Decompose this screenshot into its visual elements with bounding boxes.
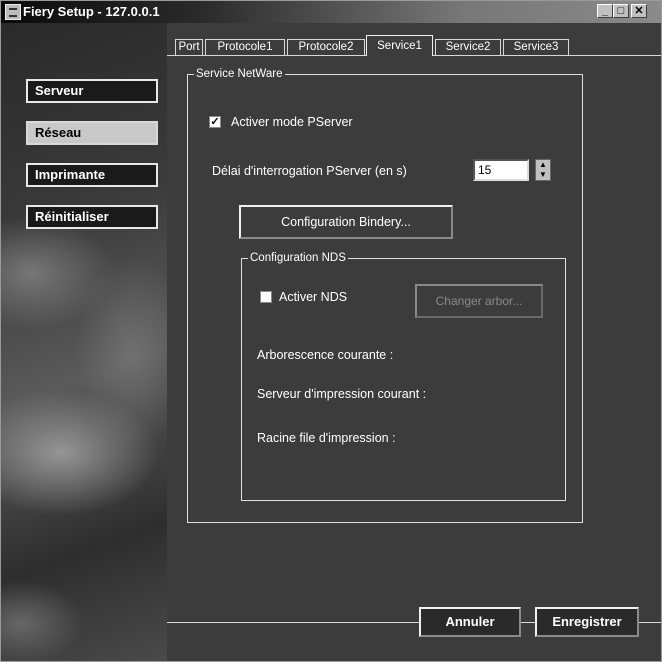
close-button[interactable]: ✕ — [631, 4, 647, 18]
maximize-button[interactable]: □ — [613, 4, 629, 18]
cancel-button[interactable]: Annuler — [419, 607, 521, 637]
app-window: Fiery Setup - 127.0.0.1 _ □ ✕ Serveur Ré… — [0, 0, 662, 662]
netware-group-label: Service NetWare — [196, 68, 283, 80]
poll-delay-input[interactable]: 15 — [473, 159, 529, 181]
spin-down-icon[interactable]: ▼ — [536, 170, 550, 180]
app-icon — [5, 4, 21, 20]
current-server-label: Serveur d'impression courant : — [257, 387, 427, 401]
queue-root-label: Racine file d'impression : — [257, 431, 396, 445]
main-panel: Port Protocole1 Protocole2 Service1 Serv… — [167, 23, 661, 661]
pserver-checkbox-label: Activer mode PServer — [231, 115, 353, 129]
sidebar-item-reseau[interactable]: Réseau — [26, 121, 158, 145]
minimize-button[interactable]: _ — [597, 4, 613, 18]
title-bar[interactable]: Fiery Setup - 127.0.0.1 _ □ ✕ — [1, 1, 661, 23]
nds-group-label: Configuration NDS — [250, 252, 346, 264]
save-button[interactable]: Enregistrer — [535, 607, 639, 637]
poll-delay-spinner[interactable]: ▲ ▼ — [535, 159, 551, 181]
tab-panel: Service NetWare ✓ Activer mode PServer D… — [167, 55, 661, 623]
sidebar: Serveur Réseau Imprimante Réinitialiser — [1, 23, 167, 661]
poll-delay-label: Délai d'interrogation PServer (en s) — [212, 164, 407, 178]
current-tree-label: Arborescence courante : — [257, 348, 394, 362]
change-tree-button[interactable]: Changer arbor... — [415, 284, 543, 318]
window-title: Fiery Setup - 127.0.0.1 — [23, 4, 160, 19]
nds-checkbox-label: Activer NDS — [279, 290, 348, 304]
tab-protocole2[interactable]: Protocole2 — [287, 39, 365, 55]
sidebar-item-reinitialiser[interactable]: Réinitialiser — [26, 205, 158, 229]
bindery-config-button[interactable]: Configuration Bindery... — [239, 205, 453, 239]
tab-service2[interactable]: Service2 — [435, 39, 501, 55]
tab-protocole1[interactable]: Protocole1 — [205, 39, 285, 55]
pserver-checkbox[interactable]: ✓ — [209, 116, 221, 128]
sidebar-item-imprimante[interactable]: Imprimante — [26, 163, 158, 187]
tab-service3[interactable]: Service3 — [503, 39, 569, 55]
sidebar-item-serveur[interactable]: Serveur — [26, 79, 158, 103]
nds-checkbox[interactable] — [260, 291, 272, 303]
tab-port[interactable]: Port — [175, 39, 203, 55]
spin-up-icon[interactable]: ▲ — [536, 160, 550, 170]
tab-service1[interactable]: Service1 — [366, 35, 433, 56]
